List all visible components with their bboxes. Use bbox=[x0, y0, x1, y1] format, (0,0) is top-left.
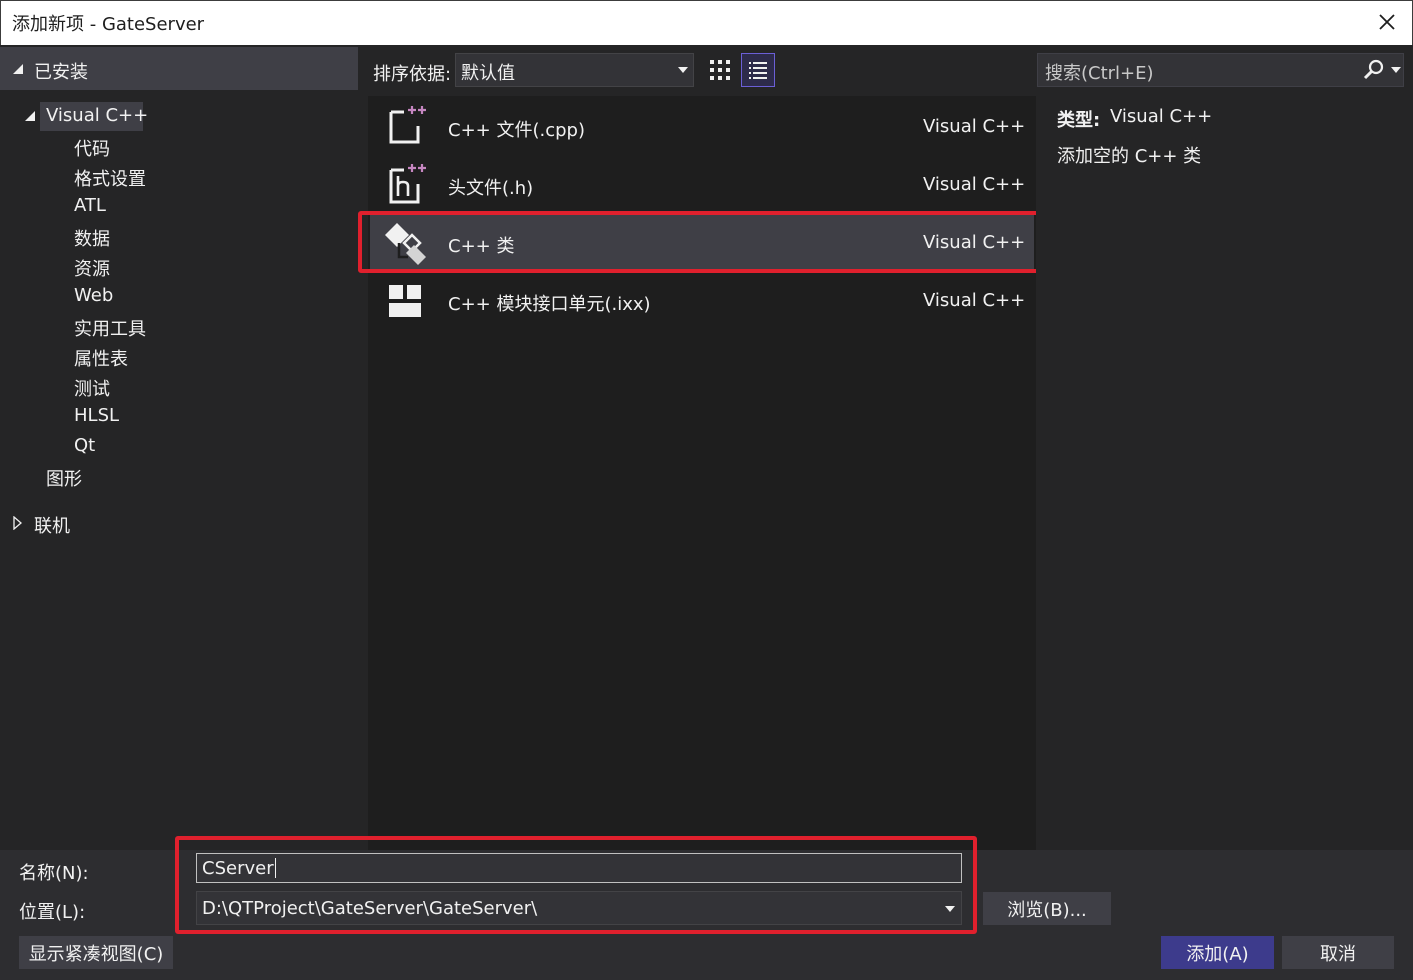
template-lang: Visual C++ bbox=[923, 174, 1026, 195]
close-icon bbox=[1379, 14, 1395, 30]
location-value: D:\QTProject\GateServer\GateServer\ bbox=[202, 897, 538, 919]
sort-label: 排序依据: bbox=[373, 64, 452, 85]
collapse-triangle-icon[interactable] bbox=[12, 63, 24, 75]
details-panel bbox=[1036, 96, 1413, 850]
name-value: CServer bbox=[202, 857, 274, 879]
template-lang: Visual C++ bbox=[923, 116, 1026, 137]
collapse-triangle-icon[interactable] bbox=[24, 110, 36, 122]
template-name: C++ 模块接口单元(.ixx) bbox=[448, 294, 651, 315]
tree-item-hlsl[interactable]: HLSL bbox=[74, 405, 119, 426]
template-name: C++ 类 bbox=[448, 236, 515, 257]
template-description: 添加空的 C++ 类 bbox=[1057, 146, 1202, 167]
compact-view-button[interactable]: 显示紧凑视图(C) bbox=[19, 936, 173, 969]
cancel-button[interactable]: 取消 bbox=[1282, 936, 1394, 969]
tree-item-web[interactable]: Web bbox=[74, 285, 113, 306]
cpp-file-icon bbox=[389, 106, 426, 144]
search-placeholder: 搜索(Ctrl+E) bbox=[1045, 63, 1154, 84]
sort-value: 默认值 bbox=[461, 63, 515, 84]
module-interface-icon bbox=[389, 285, 421, 317]
online-label[interactable]: 联机 bbox=[34, 512, 70, 538]
text-caret bbox=[274, 858, 276, 878]
small-icons-view-button[interactable] bbox=[704, 54, 736, 86]
tree-item-qt[interactable]: Qt bbox=[74, 435, 95, 456]
browse-button[interactable]: 浏览(B)... bbox=[983, 892, 1111, 925]
installed-label: 已安装 bbox=[34, 62, 88, 83]
template-lang: Visual C++ bbox=[923, 290, 1026, 311]
type-value: Visual C++ bbox=[1110, 106, 1213, 127]
grid-icon bbox=[710, 60, 730, 80]
search-icon[interactable] bbox=[1362, 59, 1386, 81]
add-button[interactable]: 添加(A) bbox=[1161, 936, 1274, 969]
name-label: 名称(N): bbox=[19, 863, 89, 884]
template-name: 头文件(.h) bbox=[448, 178, 534, 199]
location-label: 位置(L): bbox=[19, 902, 86, 923]
title-bar bbox=[0, 0, 1413, 45]
tree-item-test[interactable]: 测试 bbox=[74, 375, 110, 401]
chevron-down-icon[interactable] bbox=[1391, 67, 1401, 73]
tree-item-utility[interactable]: 实用工具 bbox=[74, 315, 146, 341]
chevron-down-icon bbox=[678, 67, 688, 73]
location-dropdown[interactable]: D:\QTProject\GateServer\GateServer\ bbox=[196, 891, 962, 925]
details-view-button[interactable] bbox=[741, 53, 775, 87]
tree-item-property-sheet[interactable]: 属性表 bbox=[74, 345, 128, 371]
tree-item-resource[interactable]: 资源 bbox=[74, 255, 110, 281]
header-file-icon bbox=[389, 164, 426, 204]
list-icon bbox=[749, 62, 767, 79]
window-title: 添加新项 - GateServer bbox=[12, 14, 205, 35]
category-panel bbox=[0, 45, 360, 850]
chevron-down-icon[interactable] bbox=[945, 906, 955, 912]
tree-item-format[interactable]: 格式设置 bbox=[74, 165, 146, 191]
template-name: C++ 文件(.cpp) bbox=[448, 120, 585, 141]
tree-item-graphics[interactable]: 图形 bbox=[46, 465, 82, 491]
tree-item-visual-cpp[interactable]: Visual C++ bbox=[46, 105, 148, 126]
tree-item-atl[interactable]: ATL bbox=[74, 195, 106, 216]
name-input[interactable]: CServer bbox=[196, 853, 962, 883]
close-button[interactable] bbox=[1368, 4, 1406, 40]
cpp-class-icon bbox=[385, 223, 426, 265]
template-lang: Visual C++ bbox=[923, 232, 1026, 253]
expand-triangle-icon[interactable] bbox=[13, 516, 23, 530]
type-label: 类型: bbox=[1057, 110, 1101, 131]
tree-item-data[interactable]: 数据 bbox=[74, 225, 110, 251]
tree-item-code[interactable]: 代码 bbox=[74, 135, 110, 161]
